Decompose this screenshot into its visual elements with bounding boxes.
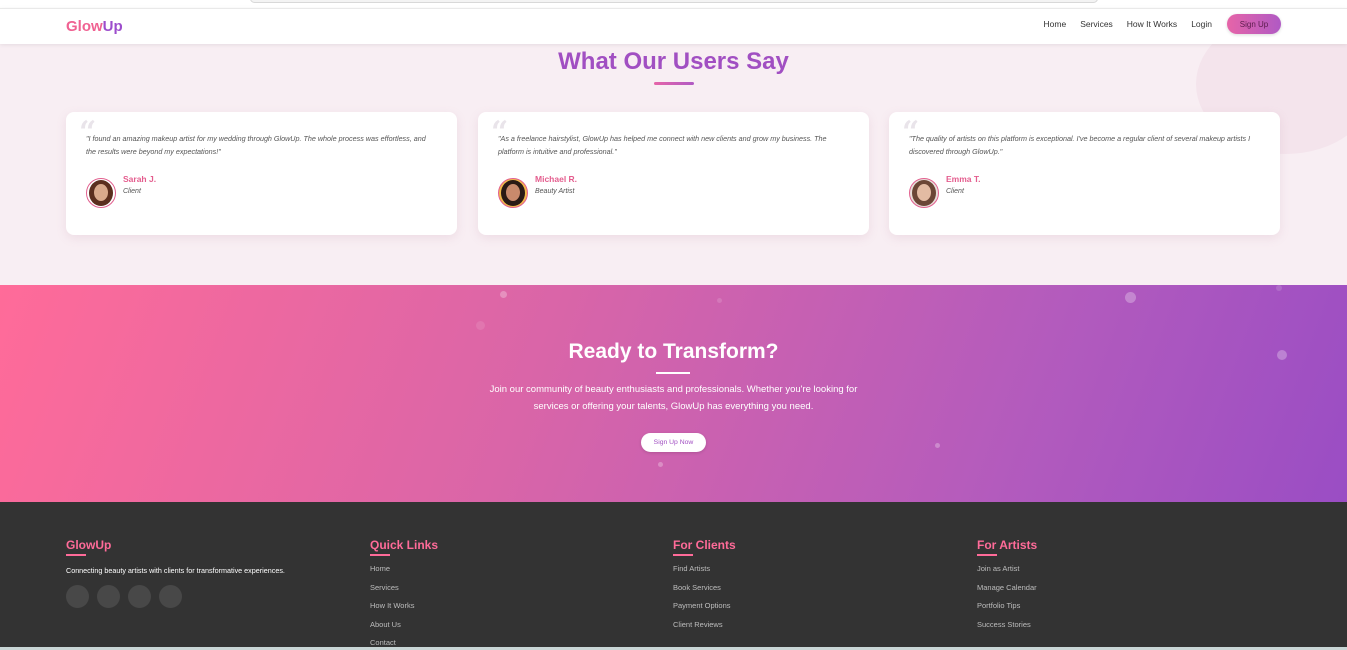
footer-link-portfolio-tips[interactable]: Portfolio Tips	[977, 601, 1037, 620]
cta-underline	[656, 372, 690, 374]
decorative-dot	[1125, 292, 1136, 303]
testimonial-name: Emma T.	[946, 174, 981, 184]
social-icon[interactable]	[97, 585, 120, 608]
footer-link-services[interactable]: Services	[370, 583, 438, 602]
decorative-dot	[658, 462, 663, 467]
footer-heading-for-artists: For Artists	[977, 538, 1038, 552]
address-bar[interactable]	[250, 0, 1098, 3]
logo-glow: Glow	[66, 18, 103, 35]
nav-link-how-it-works[interactable]: How It Works	[1127, 19, 1177, 29]
heading-underline	[66, 554, 86, 556]
heading-underline	[370, 554, 390, 556]
footer-link-how-it-works[interactable]: How It Works	[370, 601, 438, 620]
heading-underline	[673, 554, 693, 556]
footer-link-home[interactable]: Home	[370, 564, 438, 583]
footer: GlowUp Connecting beauty artists with cl…	[0, 502, 1347, 650]
section-title: What Our Users Say	[558, 48, 789, 75]
footer-heading-for-clients: For Clients	[673, 538, 736, 552]
testimonial-name: Michael R.	[535, 174, 578, 184]
footer-tagline: Connecting beauty artists with clients f…	[66, 566, 285, 575]
testimonial-quote: "As a freelance hairstylist, GlowUp has …	[498, 134, 827, 156]
cta-section: Ready to Transform? Join our community o…	[0, 285, 1347, 502]
testimonial-role: Client	[123, 188, 141, 195]
social-links	[66, 585, 285, 608]
testimonial-name: Sarah J.	[123, 174, 157, 184]
sign-up-now-button[interactable]: Sign Up Now	[641, 433, 706, 452]
footer-links: Find Artists Book Services Payment Optio…	[673, 564, 736, 638]
social-icon[interactable]	[159, 585, 182, 608]
avatar-face	[506, 184, 520, 201]
nav-links: Home Services How It Works Login Sign Up	[1044, 14, 1281, 34]
footer-link-about-us[interactable]: About Us	[370, 620, 438, 639]
logo[interactable]: GlowUp	[66, 18, 123, 35]
avatar-face	[917, 184, 931, 201]
cta-title: Ready to Transform?	[568, 340, 779, 363]
footer-link-find-artists[interactable]: Find Artists	[673, 564, 736, 583]
avatar-face	[94, 184, 108, 201]
footer-brand-column: GlowUp Connecting beauty artists with cl…	[66, 538, 285, 608]
decorative-dot	[717, 298, 722, 303]
logo-up: Up	[102, 18, 123, 35]
footer-links: Home Services How It Works About Us Cont…	[370, 564, 438, 650]
testimonial-role: Beauty Artist	[535, 188, 575, 195]
avatar	[498, 178, 528, 208]
footer-heading-quick-links: Quick Links	[370, 538, 439, 552]
footer-link-join-as-artist[interactable]: Join as Artist	[977, 564, 1037, 583]
nav-link-login[interactable]: Login	[1191, 19, 1212, 29]
title-underline	[654, 82, 694, 85]
footer-link-client-reviews[interactable]: Client Reviews	[673, 620, 736, 639]
footer-links: Join as Artist Manage Calendar Portfolio…	[977, 564, 1037, 638]
browser-top-strip	[0, 0, 1347, 8]
decorative-dot	[476, 321, 485, 330]
nav-link-home[interactable]: Home	[1044, 19, 1067, 29]
footer-quick-links-column: Quick Links Home Services How It Works A…	[370, 538, 438, 650]
footer-for-clients-column: For Clients Find Artists Book Services P…	[673, 538, 736, 638]
decorative-dot	[935, 443, 940, 448]
social-icon[interactable]	[128, 585, 151, 608]
cta-text: Join our community of beauty enthusiasts…	[489, 384, 858, 412]
footer-for-artists-column: For Artists Join as Artist Manage Calend…	[977, 538, 1037, 638]
social-icon[interactable]	[66, 585, 89, 608]
footer-link-success-stories[interactable]: Success Stories	[977, 620, 1037, 639]
decorative-dot	[1276, 285, 1282, 291]
footer-link-manage-calendar[interactable]: Manage Calendar	[977, 583, 1037, 602]
nav-link-services[interactable]: Services	[1080, 19, 1113, 29]
avatar	[86, 178, 116, 208]
testimonial-role: Client	[946, 188, 964, 195]
testimonial-quote: "I found an amazing makeup artist for my…	[86, 134, 426, 156]
footer-link-book-services[interactable]: Book Services	[673, 583, 736, 602]
sign-up-button[interactable]: Sign Up	[1227, 14, 1281, 34]
testimonial-card: “ "As a freelance hairstylist, GlowUp ha…	[478, 112, 869, 235]
footer-brand-heading: GlowUp	[66, 538, 112, 552]
heading-underline	[977, 554, 997, 556]
avatar	[909, 178, 939, 208]
testimonial-card: “ "I found an amazing makeup artist for …	[66, 112, 457, 235]
footer-link-payment-options[interactable]: Payment Options	[673, 601, 736, 620]
decorative-dot	[500, 291, 507, 298]
testimonial-quote: "The quality of artists on this platform…	[909, 134, 1251, 156]
testimonial-card: “ "The quality of artists on this platfo…	[889, 112, 1280, 235]
testimonials-section: What Our Users Say “ "I found an amazing…	[0, 44, 1347, 285]
navbar: GlowUp Home Services How It Works Login …	[0, 8, 1347, 44]
